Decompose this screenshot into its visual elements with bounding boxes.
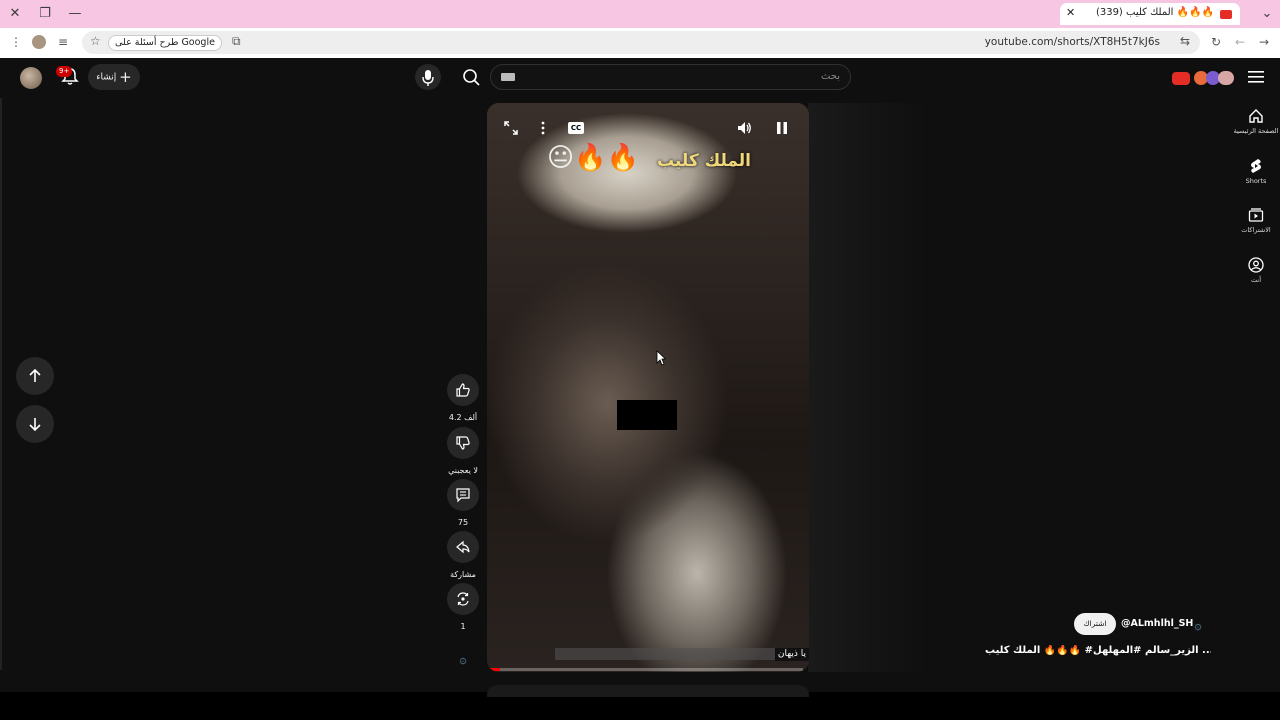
- pause-icon[interactable]: [774, 120, 790, 136]
- video-frame: [487, 103, 809, 672]
- thumbs-up-icon: [456, 383, 470, 397]
- url-text[interactable]: youtube.com/shorts/XT8H5t7kJ6s: [985, 36, 1160, 48]
- comment-icon: [456, 488, 470, 503]
- notifications-badge: 9+: [56, 66, 73, 77]
- background-gradient: [808, 103, 928, 672]
- plus-icon: +: [119, 68, 132, 86]
- remix-count: 1: [460, 622, 466, 631]
- shorts-video-player[interactable]: الملك كليب 😐🔥🔥 CC يا ذيهان: [487, 103, 809, 672]
- remix-action[interactable]: 1: [447, 583, 479, 631]
- next-short-button[interactable]: [16, 405, 54, 443]
- search-button[interactable]: [455, 64, 487, 92]
- video-overlay-emoji: 😐🔥🔥: [547, 143, 639, 173]
- window-minimize-icon[interactable]: —: [66, 5, 84, 23]
- share-label: مشاركة: [450, 570, 476, 579]
- youtube-header: 9+ إنشاء + بحث: [0, 58, 1280, 98]
- video-overlay-title: الملك كليب: [656, 151, 751, 171]
- caption-background: [555, 648, 809, 660]
- browser-menu-icon[interactable]: ⋮: [10, 35, 22, 49]
- forward-icon[interactable]: →: [1259, 35, 1269, 49]
- home-icon: [1249, 109, 1263, 123]
- redaction-box: [617, 400, 677, 430]
- like-button[interactable]: [447, 374, 479, 406]
- channel-avatar[interactable]: ۞: [1187, 614, 1209, 636]
- tab-close-icon[interactable]: ✕: [1066, 6, 1075, 19]
- share-button[interactable]: [447, 531, 479, 563]
- dislike-action[interactable]: لا يعجبني: [447, 427, 479, 475]
- side-nav-shorts[interactable]: Shorts: [1232, 158, 1280, 185]
- reload-icon[interactable]: ↻: [1211, 35, 1221, 49]
- tab-title: (339) الملك كليب 🔥🔥🔥‎: [1095, 7, 1214, 18]
- back-icon[interactable]: ←: [1235, 35, 1245, 49]
- youtube-logo-icon[interactable]: [1172, 72, 1190, 85]
- arrow-down-icon: [29, 418, 41, 432]
- reading-list-icon[interactable]: ≡: [58, 35, 68, 49]
- extension-icon[interactable]: [1218, 71, 1234, 85]
- volume-icon[interactable]: [736, 120, 752, 136]
- comment-count: 75: [457, 518, 469, 527]
- tab-search-icon[interactable]: ⌄: [1258, 5, 1276, 23]
- caption-text: يا ذيهان: [774, 648, 809, 661]
- browser-titlebar: ✕ ❐ — + ⌄ ✕ (339) الملك كليب 🔥🔥🔥‎: [0, 0, 1280, 28]
- address-bar[interactable]: ☆ طرح أسئلة على Google ⧉ youtube.com/sho…: [82, 31, 1200, 54]
- screenshot-icon[interactable]: ⧉: [232, 34, 241, 49]
- channel-handle[interactable]: @ALmhlhl_SH: [1121, 618, 1193, 629]
- dislike-button[interactable]: [447, 427, 479, 459]
- remix-icon: [457, 592, 469, 606]
- subscribe-button[interactable]: اشتراك: [1074, 613, 1116, 635]
- search-placeholder: بحث: [820, 71, 840, 82]
- side-nav-label: Shorts: [1245, 177, 1267, 185]
- fullscreen-icon[interactable]: [503, 120, 519, 136]
- remix-button[interactable]: [447, 583, 479, 615]
- window-restore-icon[interactable]: ❐: [36, 5, 54, 23]
- profile-avatar-icon[interactable]: [32, 35, 46, 49]
- share-action[interactable]: مشاركة: [447, 531, 479, 579]
- like-count: 4.2 ألف: [448, 413, 478, 422]
- video-progress-bar[interactable]: [487, 668, 803, 671]
- next-video-peek[interactable]: [487, 685, 809, 697]
- side-nav-label: الاشتراكات: [1241, 226, 1271, 234]
- side-nav-home[interactable]: الصفحة الرئيسية: [1232, 108, 1280, 135]
- like-action[interactable]: 4.2 ألف: [447, 374, 479, 422]
- share-icon: [456, 540, 470, 554]
- arrow-up-icon: [29, 368, 41, 382]
- search-input[interactable]: بحث: [490, 64, 851, 90]
- side-nav-you[interactable]: أنت: [1232, 257, 1280, 284]
- dislike-label: لا يعجبني: [448, 466, 478, 475]
- comments-action[interactable]: 75: [447, 479, 479, 527]
- video-progress-fill: [487, 668, 500, 671]
- create-label: إنشاء: [96, 72, 117, 83]
- comments-button[interactable]: [447, 479, 479, 511]
- mouse-cursor-icon: [656, 350, 666, 366]
- search-icon: [463, 69, 480, 86]
- extensions-icons[interactable]: [1170, 68, 1238, 88]
- left-divider: [0, 98, 2, 670]
- menu-icon[interactable]: [1248, 70, 1264, 84]
- you-icon: [1248, 257, 1264, 273]
- side-nav-label: الصفحة الرئيسية: [1233, 127, 1279, 135]
- microphone-icon: [422, 70, 434, 86]
- site-settings-icon[interactable]: ⇆: [1180, 34, 1190, 48]
- sound-channel-thumbnail[interactable]: ۞: [451, 647, 475, 671]
- captions-button[interactable]: CC: [568, 122, 584, 134]
- browser-toolbar: ⋮ ≡ ☆ طرح أسئلة على Google ⧉ youtube.com…: [0, 28, 1280, 58]
- video-description[interactable]: الملك كليب 🔥🔥🔥‎ #الزير_سالم #المهلهل ...: [985, 645, 1211, 656]
- thumbs-down-icon: [456, 436, 470, 450]
- bookmark-star-icon[interactable]: ☆: [90, 34, 101, 48]
- youtube-favicon-icon: [1220, 10, 1232, 19]
- subscriptions-icon: [1248, 208, 1264, 222]
- voice-search-button[interactable]: [415, 64, 441, 90]
- side-nav-label: أنت: [1251, 276, 1261, 284]
- account-avatar[interactable]: [20, 67, 42, 89]
- keyboard-icon[interactable]: [501, 73, 515, 81]
- create-button[interactable]: إنشاء +: [88, 64, 140, 90]
- shorts-icon: [1251, 159, 1261, 173]
- window-close-icon[interactable]: ✕: [6, 5, 24, 23]
- google-ask-chip[interactable]: طرح أسئلة على Google: [108, 35, 222, 51]
- more-options-icon[interactable]: [535, 120, 551, 136]
- side-nav-subscriptions[interactable]: الاشتراكات: [1232, 207, 1280, 234]
- browser-tab[interactable]: ✕ (339) الملك كليب 🔥🔥🔥‎: [1060, 3, 1240, 25]
- previous-short-button[interactable]: [16, 357, 54, 395]
